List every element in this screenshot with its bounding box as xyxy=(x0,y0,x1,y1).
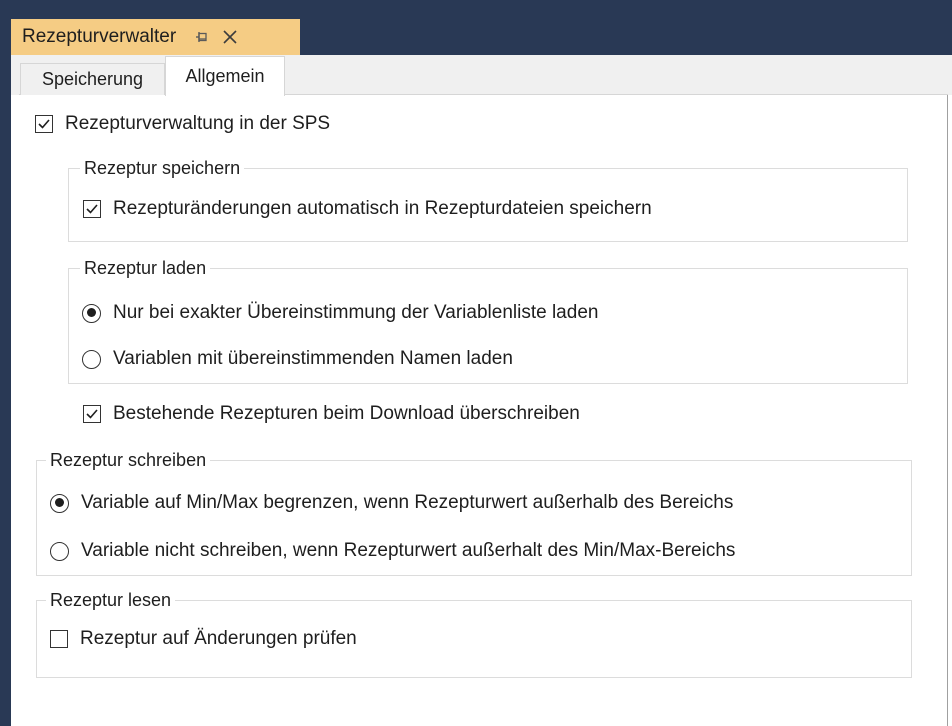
radio-limit-min-max[interactable]: Variable auf Min/Max begrenzen, wenn Rez… xyxy=(50,489,733,517)
checkbox-label: Rezepturverwaltung in der SPS xyxy=(65,113,331,134)
tab-speicherung[interactable]: Speicherung xyxy=(20,63,165,95)
radio-dot-icon xyxy=(86,308,96,317)
auto-save-checkbox[interactable]: Rezepturänderungen automatisch in Rezept… xyxy=(83,195,652,223)
radio-button[interactable] xyxy=(82,349,101,369)
checkbox-box[interactable] xyxy=(83,200,101,218)
group-legend: Rezeptur laden xyxy=(80,257,211,279)
radio-label: Nur bei exakter Übereinstimmung der Vari… xyxy=(113,302,599,323)
tab-label: Allgemein xyxy=(185,66,265,86)
document-tab[interactable]: Rezepturverwalter xyxy=(11,19,300,55)
window-frame-left xyxy=(0,0,11,726)
radio-do-not-write[interactable]: Variable nicht schreiben, wenn Rezepturw… xyxy=(50,537,735,565)
checkmark-icon xyxy=(38,119,50,129)
checkbox-label: Bestehende Rezepturen beim Download über… xyxy=(113,403,580,424)
radio-matching-names[interactable]: Variablen mit übereinstimmenden Namen la… xyxy=(82,345,513,373)
document-tab-title: Rezepturverwalter xyxy=(22,26,177,47)
pin-icon[interactable] xyxy=(194,29,210,45)
group-legend: Rezeptur schreiben xyxy=(46,449,211,471)
radio-button[interactable] xyxy=(82,303,101,323)
radio-label: Variable nicht schreiben, wenn Rezepturw… xyxy=(81,540,736,561)
checkbox-label: Rezepturänderungen automatisch in Rezept… xyxy=(113,198,652,219)
radio-label: Variablen mit übereinstimmenden Namen la… xyxy=(113,348,513,369)
checkbox-box[interactable] xyxy=(50,630,68,648)
radio-button[interactable] xyxy=(50,493,69,513)
group-legend: Rezeptur lesen xyxy=(46,589,176,611)
tab-label: Speicherung xyxy=(41,69,144,89)
plc-recipe-management-checkbox[interactable]: Rezepturverwaltung in der SPS xyxy=(35,110,330,138)
radio-dot-icon xyxy=(54,498,64,507)
radio-exact-match[interactable]: Nur bei exakter Übereinstimmung der Vari… xyxy=(82,299,598,327)
close-icon[interactable] xyxy=(222,29,238,45)
check-changes-checkbox[interactable]: Rezeptur auf Änderungen prüfen xyxy=(50,625,357,653)
checkmark-icon xyxy=(86,409,98,419)
tab-allgemein[interactable]: Allgemein xyxy=(165,56,285,96)
group-legend: Rezeptur speichern xyxy=(80,157,245,179)
overwrite-on-download-checkbox[interactable]: Bestehende Rezepturen beim Download über… xyxy=(83,400,580,428)
checkbox-box[interactable] xyxy=(83,405,101,423)
checkbox-box[interactable] xyxy=(35,115,53,133)
radio-label: Variable auf Min/Max begrenzen, wenn Rez… xyxy=(81,492,734,513)
checkbox-label: Rezeptur auf Änderungen prüfen xyxy=(80,628,357,649)
panel-right-border xyxy=(947,95,948,726)
radio-button[interactable] xyxy=(50,541,69,561)
checkmark-icon xyxy=(86,204,98,214)
